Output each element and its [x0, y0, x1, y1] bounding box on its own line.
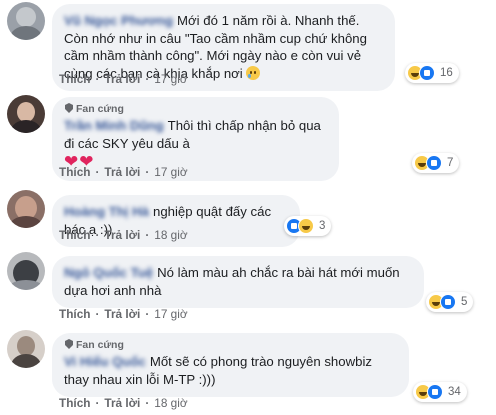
reaction-count: 7 [447, 157, 454, 169]
reply-link[interactable]: Trả lời [104, 72, 140, 86]
like-reaction-icon [426, 155, 442, 171]
separator: · [95, 165, 100, 179]
fan-badge-label: Fan cứng [76, 339, 124, 351]
crying-face-icon [246, 65, 261, 80]
reply-link[interactable]: Trả lời [104, 228, 140, 242]
timestamp[interactable]: 17 giờ [154, 307, 187, 321]
reply-link[interactable]: Trả lời [104, 307, 140, 321]
comment-author[interactable]: Hoàng Thị Hà [64, 204, 149, 219]
separator: · [95, 396, 100, 410]
comment-actions: Thích · Trả lời · 17 giờ [59, 165, 188, 179]
separator: · [145, 307, 150, 321]
reply-link[interactable]: Trả lời [104, 165, 140, 179]
fan-badge-icon [65, 339, 73, 349]
reply-link[interactable]: Trả lời [104, 396, 140, 410]
comment-actions: Thích · Trả lời · 18 giờ [59, 228, 188, 242]
fan-badge: Fan cứng [64, 103, 327, 116]
like-link[interactable]: Thích [59, 72, 90, 86]
comment-author[interactable]: Trần Minh Dũng [64, 118, 164, 133]
comment-author[interactable]: Vi Hiếu Quốc [64, 354, 146, 369]
reaction-summary[interactable]: 34 [413, 382, 467, 402]
fan-badge: Fan cứng [64, 339, 397, 352]
comment-actions: Thích · Trả lời · 18 giờ [59, 396, 188, 410]
timestamp[interactable]: 17 giờ [154, 72, 187, 86]
avatar[interactable] [7, 190, 45, 228]
like-reaction-icon [419, 65, 435, 81]
separator: · [145, 165, 150, 179]
comment-bubble: Fan cứng Vi Hiếu Quốc Mốt sẽ có phong trà… [52, 333, 409, 397]
reaction-summary[interactable]: 5 [426, 292, 474, 312]
like-reaction-icon [440, 294, 456, 310]
avatar[interactable] [7, 95, 45, 133]
separator: · [145, 396, 150, 410]
timestamp[interactable]: 18 giờ [154, 396, 187, 410]
avatar[interactable] [7, 252, 45, 290]
haha-reaction-icon [298, 218, 314, 234]
reaction-summary[interactable]: 16 [405, 63, 459, 83]
comment-author[interactable]: Ngô Quốc Tuệ [64, 265, 153, 280]
fan-badge-icon [65, 103, 73, 113]
separator: · [95, 228, 100, 242]
like-link[interactable]: Thích [59, 165, 90, 179]
avatar[interactable] [7, 330, 45, 368]
reaction-count: 3 [319, 220, 326, 232]
comment-actions: Thích · Trả lời · 17 giờ [59, 72, 188, 86]
timestamp[interactable]: 18 giờ [154, 228, 187, 242]
reaction-count: 16 [440, 67, 453, 79]
separator: · [145, 72, 150, 86]
like-link[interactable]: Thích [59, 307, 90, 321]
separator: · [145, 228, 150, 242]
reaction-count: 5 [461, 296, 468, 308]
comment-author[interactable]: Vũ Ngọc Phương [64, 13, 173, 28]
fan-badge-label: Fan cứng [76, 103, 124, 115]
reaction-summary[interactable]: 7 [412, 153, 460, 173]
reaction-count: 34 [448, 386, 461, 398]
like-link[interactable]: Thích [59, 228, 90, 242]
reaction-summary[interactable]: 3 [284, 216, 332, 236]
like-link[interactable]: Thích [59, 396, 90, 410]
separator: · [95, 72, 100, 86]
comment-actions: Thích · Trả lời · 17 giờ [59, 307, 188, 321]
comment-bubble: Ngô Quốc Tuệ Nó làm màu ah chắc ra bài há… [52, 256, 424, 308]
avatar[interactable] [7, 2, 45, 40]
separator: · [95, 307, 100, 321]
like-reaction-icon [427, 384, 443, 400]
timestamp[interactable]: 17 giờ [154, 165, 187, 179]
